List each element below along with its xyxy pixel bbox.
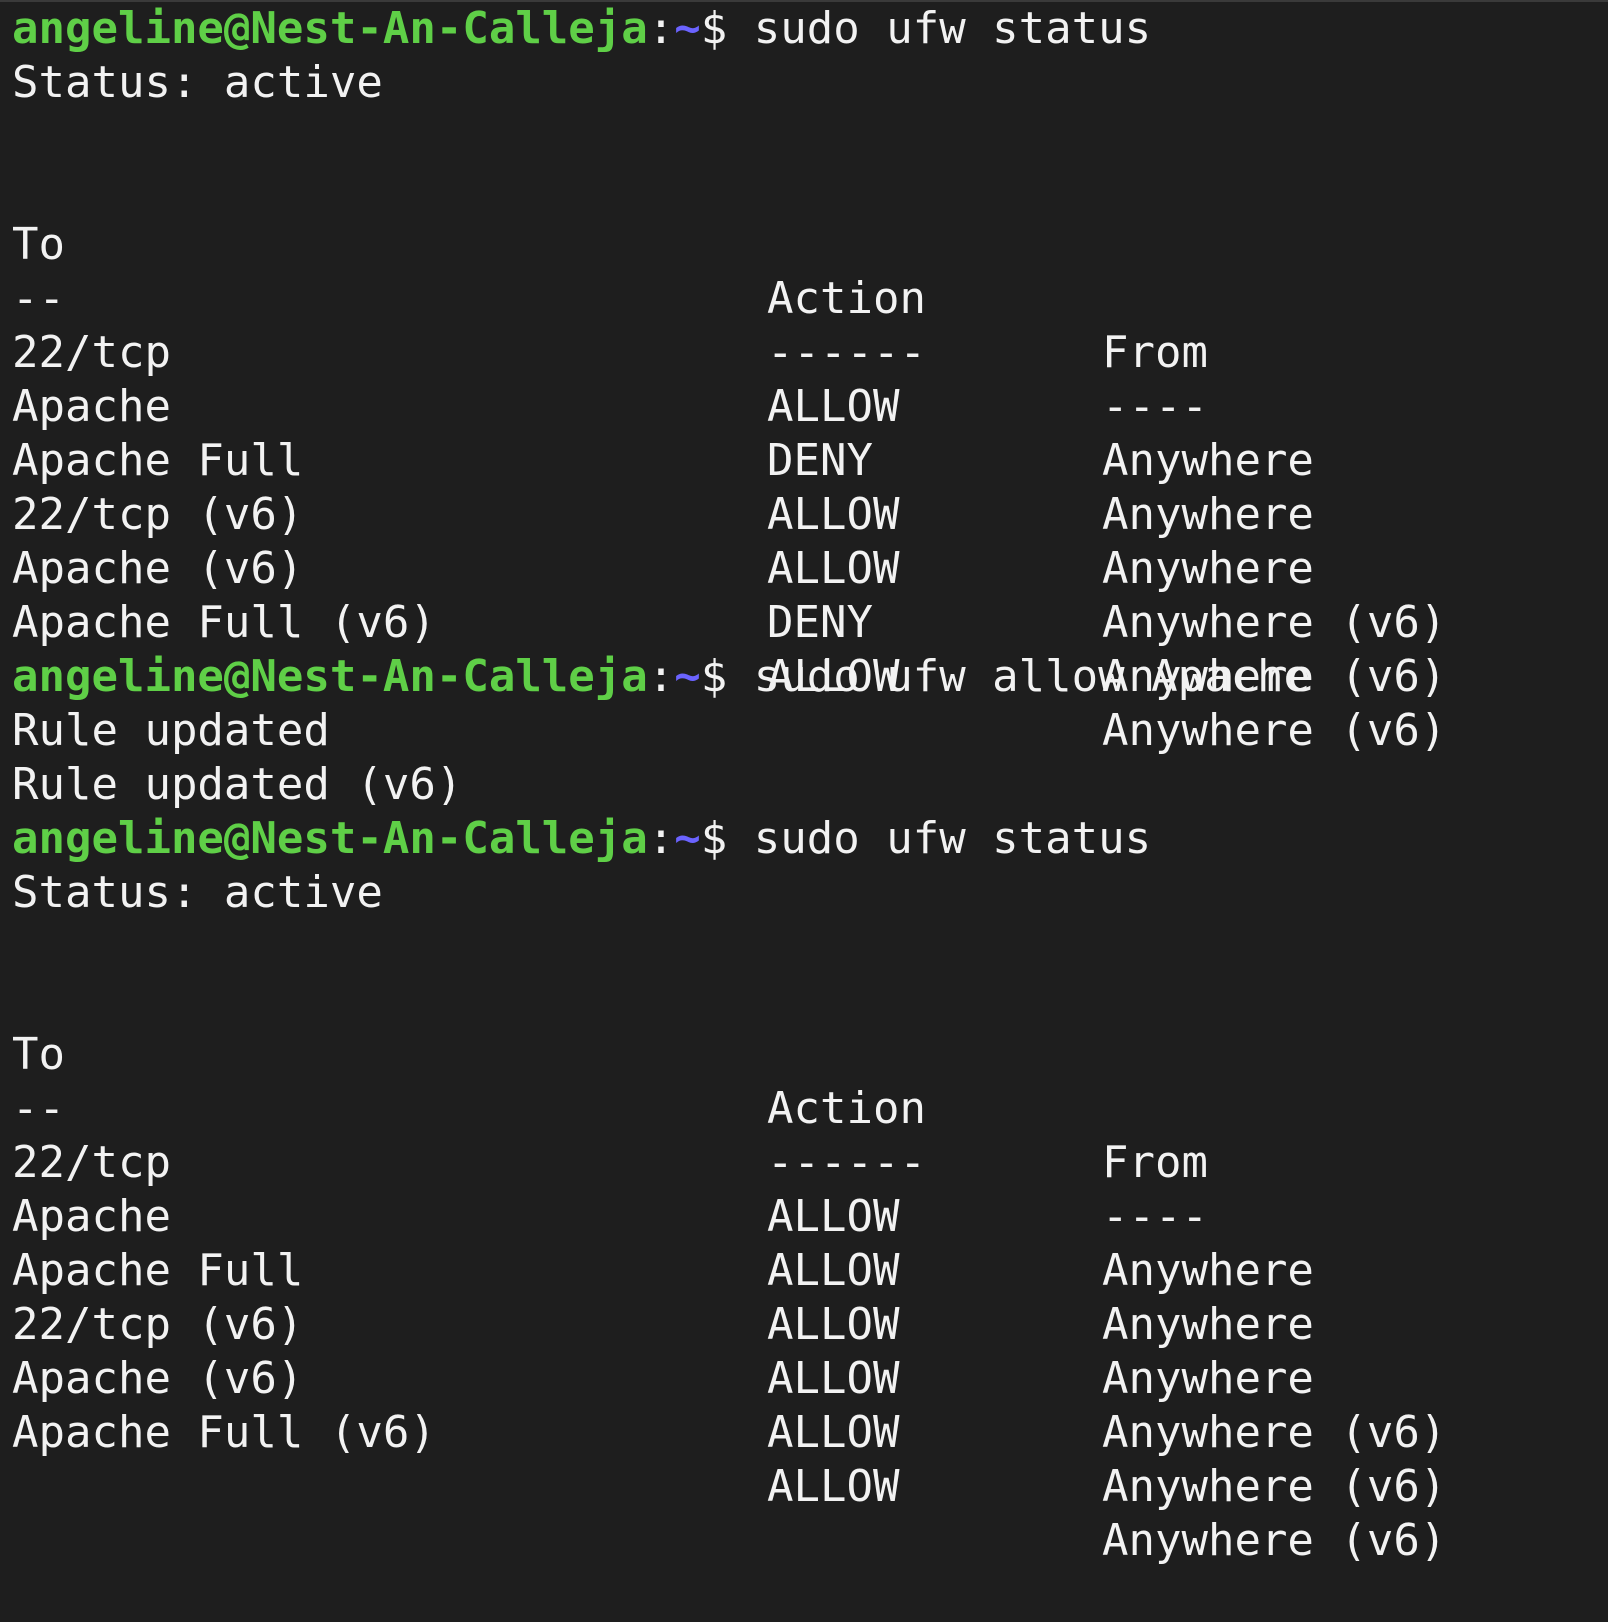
- prompt-symbol: $: [700, 3, 728, 54]
- table-row: Apache Full (v6) ALLOW Anywhere (v6): [12, 1352, 1608, 1566]
- prompt-symbol: $: [700, 651, 728, 702]
- prompt-user-host: angeline@Nest-An-Calleja: [12, 651, 648, 702]
- prompt-symbol: $: [700, 813, 728, 864]
- table-row: Apache (v6) DENY Anywhere (v6): [12, 488, 1608, 702]
- prompt-path: ~: [674, 813, 701, 864]
- prompt-user-host: angeline@Nest-An-Calleja: [12, 3, 648, 54]
- prompt-colon: :: [647, 3, 675, 54]
- table-header-row: To Action From: [12, 164, 1608, 378]
- table-row: Apache ALLOW Anywhere: [12, 1136, 1608, 1350]
- output-line: Rule updated (v6): [12, 759, 463, 810]
- status-line: Status: active: [12, 57, 383, 108]
- table-row: Apache (v6) ALLOW Anywhere (v6): [12, 1298, 1608, 1512]
- rule-from: Anywhere (v6): [1102, 1407, 1447, 1458]
- prompt-colon: :: [647, 651, 675, 702]
- rule-from: Anywhere (v6): [1102, 1461, 1447, 1512]
- terminal-window[interactable]: angeline@Nest-An-Calleja:~$ sudo ufw sta…: [0, 0, 1608, 1566]
- prompt-path: ~: [674, 651, 701, 702]
- table-separator-row: -- ------ ----: [12, 1028, 1608, 1242]
- prompt-colon: :: [647, 813, 675, 864]
- table-row: Apache Full (v6) ALLOW Anywhere (v6): [12, 542, 1608, 756]
- rule-action: ALLOW: [767, 1461, 900, 1512]
- table-row: 22/tcp ALLOW Anywhere: [12, 1082, 1608, 1296]
- table-row: 22/tcp ALLOW Anywhere: [12, 272, 1608, 486]
- table-separator-row: -- ------ ----: [12, 218, 1608, 432]
- rule-from: Anywhere (v6): [1102, 1515, 1447, 1566]
- command-text: sudo ufw allow Apache: [727, 651, 1311, 702]
- status-line: Status: active: [12, 867, 383, 918]
- rule-from: Anywhere (v6): [1102, 597, 1447, 648]
- table-row: Apache Full ALLOW Anywhere: [12, 380, 1608, 594]
- table-row: 22/tcp (v6) ALLOW Anywhere (v6): [12, 1244, 1608, 1458]
- table-row: Apache DENY Anywhere: [12, 326, 1608, 540]
- table-header-row: To Action From: [12, 974, 1608, 1188]
- prompt-user-host: angeline@Nest-An-Calleja: [12, 813, 648, 864]
- rule-action: ALLOW: [767, 1407, 900, 1458]
- output-line: Rule updated: [12, 705, 330, 756]
- table-row: Apache Full ALLOW Anywhere: [12, 1190, 1608, 1404]
- command-text: sudo ufw status: [727, 813, 1152, 864]
- prompt-line: angeline@Nest-An-Calleja:~$ sudo ufw sta…: [12, 812, 1608, 866]
- command-text: sudo ufw status: [727, 3, 1152, 54]
- prompt-line: angeline@Nest-An-Calleja:~$ sudo ufw sta…: [12, 2, 1608, 56]
- prompt-path: ~: [674, 3, 701, 54]
- prompt-line: angeline@Nest-An-Calleja:~$ sudo ufw all…: [12, 650, 1608, 704]
- rule-action: DENY: [767, 597, 873, 648]
- rule-to: Apache Full (v6): [12, 597, 436, 648]
- table-row: 22/tcp (v6) ALLOW Anywhere (v6): [12, 434, 1608, 648]
- rule-to: Apache Full (v6): [12, 1407, 436, 1458]
